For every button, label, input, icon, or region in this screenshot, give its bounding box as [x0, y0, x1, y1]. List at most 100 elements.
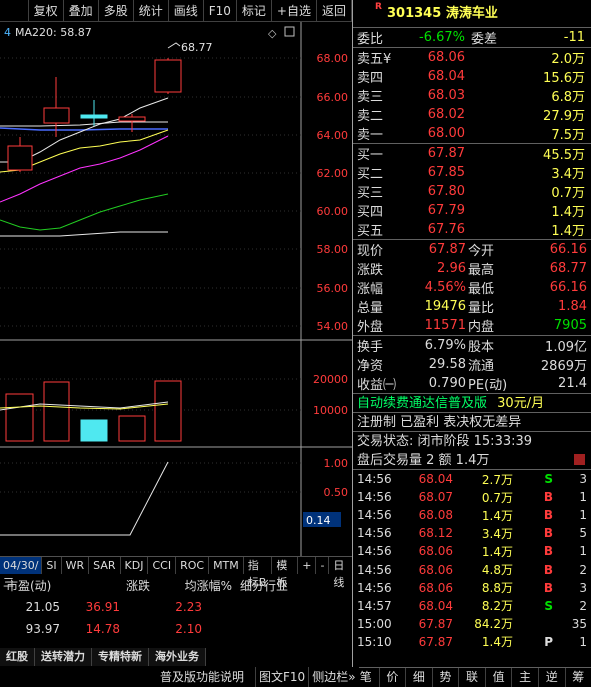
ask-row[interactable]: 卖四 68.04 15.6万 — [353, 67, 591, 86]
tab-specialized[interactable]: 专精特新 — [92, 648, 149, 666]
stat-row: 外盘 11571 内盘 7905 — [357, 318, 587, 335]
order-diff-label: 委差 — [471, 32, 498, 47]
indicator-b-button[interactable]: 指标B — [242, 557, 272, 589]
ad-banner[interactable]: 自动续费通达信普及版 30元/月 — [353, 394, 591, 413]
bid-row[interactable]: 买五 67.76 1.4万 — [353, 220, 591, 239]
table-row[interactable]: 93.97 14.78 2.10 — [0, 618, 352, 640]
ask-row[interactable]: 卖二 68.02 27.9万 — [353, 105, 591, 124]
tick-list[interactable]: 14:56 68.04 2.7万 S 3 14:56 68.07 0.7万 B 1 14:56 6… — [353, 470, 591, 651]
zoom-out-button[interactable]: - — [315, 557, 328, 574]
tab-transfer-potential[interactable]: 送转潜力 — [35, 648, 92, 666]
tick-row: 14:56 68.06 1.4万 B 1 — [357, 544, 587, 559]
change-value: 14.78 — [85, 622, 120, 636]
pe-value: 21.05 — [25, 600, 60, 614]
volume-bar — [80, 419, 108, 442]
stat-row: 换手 6.79% 股本 1.09亿 — [357, 338, 587, 355]
ask-row[interactable]: 卖五¥ 68.06 2.0万 — [353, 48, 591, 67]
ad-text[interactable]: 自动续费通达信普及版 — [357, 396, 487, 411]
volume-bar — [5, 393, 34, 442]
volume-axis-label: 20000 — [313, 373, 348, 386]
volume-bar — [43, 381, 70, 442]
f10-button[interactable]: F10 — [204, 0, 237, 22]
order-ratio-value: -6.67% — [419, 30, 465, 45]
tab-indicator-si[interactable]: SI — [41, 557, 60, 574]
ask-row[interactable]: 卖一 68.00 7.5万 — [353, 124, 591, 143]
tab-chips[interactable]: 筹 — [566, 668, 591, 687]
sidebar-toggle[interactable]: 侧边栏» — [308, 667, 358, 687]
quote-panel: R 301345 涛涛车业 委比 -6.67% 委差 -11 卖五¥ 68.06 2… — [352, 0, 591, 687]
add-watchlist-button[interactable]: +自选 — [272, 0, 317, 22]
maximize-icon — [284, 26, 295, 37]
ma-legend-marker-icon: 4 — [4, 26, 11, 39]
after-hours-volume: 盘后交易量 2 额 1.4万 — [353, 451, 591, 470]
edition-info-link[interactable]: 普及版功能说明 — [160, 670, 244, 684]
f10-link[interactable]: 图文F10 — [255, 667, 308, 687]
volume-axis-label: 10000 — [313, 404, 348, 417]
tab-price[interactable]: 价 — [380, 668, 407, 687]
indicator-tabs: 04/30/三 SI WR SAR KDJ CCI ROC MTM 指标B 模 … — [0, 556, 352, 589]
overlay-button[interactable]: 叠加 — [64, 0, 99, 22]
kline-chart[interactable]: 68.00 66.00 64.00 62.00 60.00 58.00 56.0… — [0, 22, 352, 557]
tab-linked[interactable]: 联 — [459, 668, 486, 687]
mark-button[interactable]: 标记 — [237, 0, 272, 22]
volume-bars — [5, 380, 182, 442]
volume-bar — [118, 415, 146, 442]
tick-row: 15:00 67.87 84.2万 35 — [357, 616, 587, 632]
pe-value: 93.97 — [25, 622, 60, 636]
bid-book: 买一 67.87 45.5万 买二 67.85 3.4万 买三 67.80 0.7万 买四 6… — [353, 144, 591, 240]
order-ratio-label: 委比 — [357, 32, 384, 47]
tab-main[interactable]: 主 — [512, 668, 539, 687]
high-marker — [167, 42, 181, 49]
header-industry[interactable]: 细分行业 — [232, 577, 292, 594]
stat-row: 涨幅 4.56% 最低 66.16 — [357, 280, 587, 297]
tab-indicator-wr[interactable]: WR — [60, 557, 89, 574]
restore-rights-button[interactable]: 复权 — [29, 0, 64, 22]
bid-row[interactable]: 买三 67.80 0.7万 — [353, 182, 591, 201]
tab-reverse[interactable]: 逆 — [539, 668, 566, 687]
tab-detail[interactable]: 细 — [406, 668, 433, 687]
order-ratio-row: 委比 -6.67% 委差 -11 — [353, 28, 591, 48]
bid-row[interactable]: 买一 67.87 45.5万 — [353, 144, 591, 163]
bid-row[interactable]: 买二 67.85 3.4万 — [353, 163, 591, 182]
statistics-button[interactable]: 统计 — [134, 0, 169, 22]
price-axis-label: 54.00 — [317, 320, 349, 333]
tab-trend[interactable]: 势 — [433, 668, 460, 687]
period-selector[interactable]: 日线 — [328, 557, 352, 589]
tab-overseas[interactable]: 海外业务 — [149, 648, 206, 666]
ad-price[interactable]: 30元/月 — [497, 396, 544, 411]
tab-indicator-sar[interactable]: SAR — [88, 557, 119, 574]
draw-line-button[interactable]: 画线 — [169, 0, 204, 22]
ask-row[interactable]: 卖三 68.03 6.8万 — [353, 86, 591, 105]
multi-stock-button[interactable]: 多股 — [99, 0, 134, 22]
tick-row: 14:56 68.04 2.7万 S 3 — [357, 472, 587, 487]
toolbar-spacer — [0, 0, 29, 21]
header-change[interactable]: 涨跌 — [90, 577, 150, 594]
bid-row[interactable]: 买四 67.79 1.4万 — [353, 201, 591, 220]
chart-icon[interactable] — [574, 454, 585, 465]
table-row[interactable]: 21.05 36.91 2.23 — [0, 596, 352, 618]
tab-value[interactable]: 值 — [486, 668, 513, 687]
ma-line-white-long — [0, 231, 168, 237]
price-axis-label: 56.00 — [317, 282, 349, 295]
tab-indicator-kdj[interactable]: KDJ — [119, 557, 148, 574]
stat-row: 涨跌 2.96 最高 68.77 — [357, 261, 587, 278]
table-header: 市盈(动) 涨跌 均涨幅% 细分行业 — [0, 574, 352, 596]
bottom-links: 图文F10 侧边栏» — [255, 667, 359, 687]
price-axis-label: 68.00 — [317, 52, 349, 65]
tab-indicator-mtm[interactable]: MTM — [208, 557, 243, 574]
related-stocks-table: 市盈(动) 涨跌 均涨幅% 细分行业 21.05 36.91 2.23 93.9… — [0, 574, 352, 646]
kline-chart-area[interactable]: 68.00 66.00 64.00 62.00 60.00 58.00 56.0… — [0, 22, 352, 557]
template-button[interactable]: 模 板 — [271, 557, 297, 589]
header-pe[interactable]: 市盈(动) — [0, 577, 90, 594]
tab-bonus-shares[interactable]: 红股 — [0, 648, 35, 666]
stat-row: 总量 19476 量比 1.84 — [357, 299, 587, 316]
back-button[interactable]: 返回 — [317, 0, 352, 22]
tick-row: 15:10 67.87 1.4万 P 1 — [357, 634, 587, 650]
tab-indicator-roc[interactable]: ROC — [175, 557, 208, 574]
volume-bar — [154, 380, 182, 442]
stat-row: 收益㈠ 0.790 PE(动) 21.4 — [357, 376, 587, 393]
tick-row: 14:56 68.06 8.8万 B 3 — [357, 580, 587, 596]
header-avg-change[interactable]: 均涨幅% — [150, 577, 232, 594]
tab-indicator-cci[interactable]: CCI — [147, 557, 175, 574]
zoom-in-button[interactable]: + — [297, 557, 315, 574]
